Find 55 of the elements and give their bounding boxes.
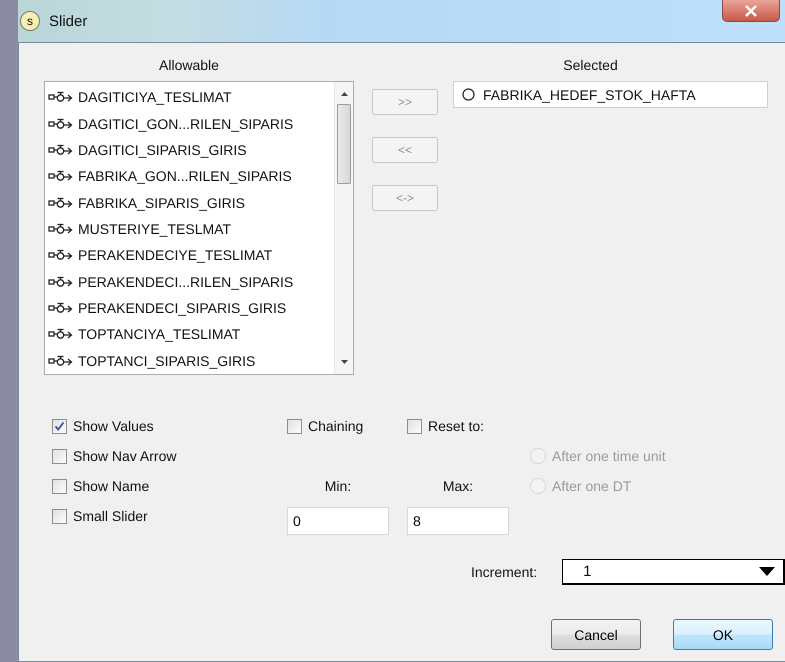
checkbox[interactable] (407, 418, 422, 434)
checkbox[interactable] (52, 508, 67, 524)
close-button[interactable] (722, 0, 780, 22)
checkbox-label: Chaining (308, 418, 364, 434)
caret-icon (759, 567, 775, 576)
checkbox[interactable] (287, 418, 302, 434)
flow-icon (48, 327, 74, 342)
scrollbar[interactable] (334, 82, 353, 374)
flow-icon (48, 196, 74, 210)
checkbox-label: Show Values (73, 418, 154, 434)
dialog-button[interactable]: Cancel (551, 619, 641, 650)
list-item[interactable]: PERAKENDECIYE_TESLIMAT (45, 242, 334, 269)
list-item[interactable]: PERAKENDECI_SIPARIS_GIRIS (45, 294, 334, 322)
list-item[interactable]: TOPTANCIYA_TESLIMAT (45, 321, 334, 348)
flow-icon (48, 90, 74, 104)
flow-icon (48, 116, 74, 131)
radio-label: After one time unit (552, 448, 666, 464)
circle-icon (462, 88, 475, 101)
flow-icon (48, 274, 74, 289)
radio-label: After one DT (552, 478, 632, 494)
close-icon (744, 4, 758, 16)
scrollbar-thumb[interactable] (337, 104, 351, 184)
field-label: Min: (324, 478, 352, 494)
list-item[interactable]: FABRIKA_SIPARIS_GIRIS (45, 189, 334, 216)
app-icon: s (20, 11, 40, 31)
flow-icon (48, 169, 74, 184)
list-heading: Allowable (159, 57, 219, 73)
flow-icon (48, 222, 74, 236)
field-label: Max: (442, 478, 474, 494)
checkbox-label: Reset to: (428, 418, 484, 434)
checkbox[interactable] (52, 418, 67, 434)
input-field[interactable]: 0 (287, 507, 389, 535)
checkbox[interactable] (52, 448, 67, 464)
list-heading: Selected (563, 57, 618, 73)
flow-icon (48, 301, 74, 316)
flow-icon (48, 248, 74, 262)
list-item[interactable]: MUSTERIYE_TESLMAT (45, 216, 334, 242)
list-item[interactable]: PERAKENDECI...RILEN_SIPARIS (45, 268, 334, 295)
flow-icon (48, 354, 74, 368)
checkbox-label: Show Name (73, 478, 150, 494)
list-item[interactable]: TOPTANCI_SIPARIS_GIRIS (45, 348, 334, 374)
flow-icon (48, 142, 74, 157)
list-item[interactable]: DAGITICI_SIPARIS_GIRIS (45, 136, 334, 164)
input-field[interactable]: 8 (407, 507, 509, 535)
list-item[interactable]: FABRIKA_HEDEF_STOK_HAFTA (454, 82, 767, 107)
list-item[interactable]: FABRIKA_GON...RILEN_SIPARIS (45, 163, 334, 190)
checkbox-label: Small Slider (73, 508, 148, 524)
list-item[interactable]: DAGITICI_GON...RILEN_SIPARIS (45, 110, 334, 137)
dropdown[interactable]: 1 (562, 559, 785, 585)
window-title: Slider (49, 12, 88, 30)
dialog-button[interactable]: OK (673, 619, 773, 650)
list-item[interactable]: DAGITICIYA_TESLIMAT (45, 84, 334, 110)
checkbox[interactable] (52, 478, 67, 494)
checkbox-label: Show Nav Arrow (73, 448, 176, 464)
field-label: Increment: (471, 564, 538, 580)
